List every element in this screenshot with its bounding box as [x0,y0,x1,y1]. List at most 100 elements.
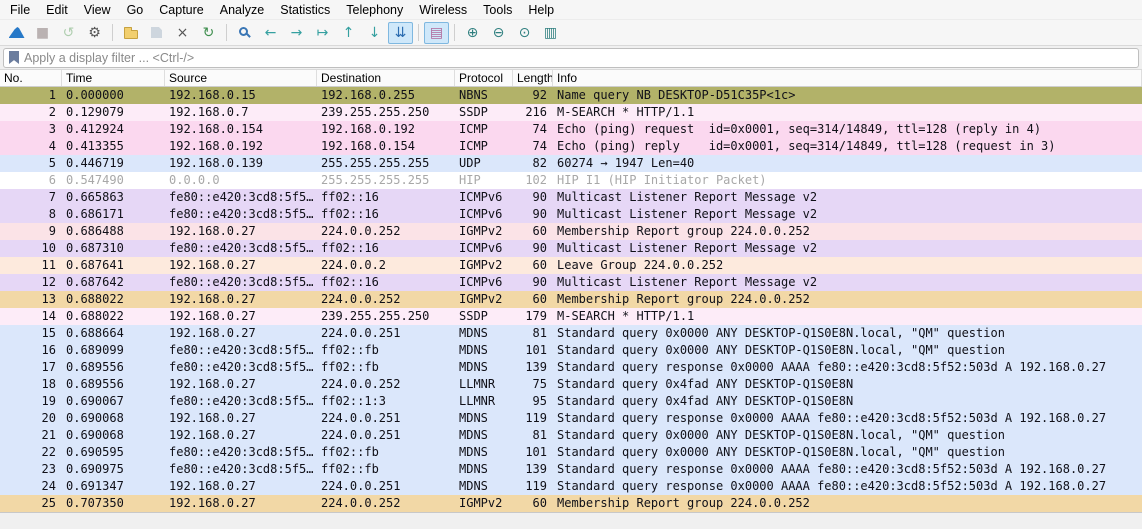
cell-protocol: IGMPv2 [455,257,513,274]
packet-row-19[interactable]: 190.690067fe80::e420:3cd8:5f5…ff02::1:3L… [0,393,1142,410]
cell-info: M-SEARCH * HTTP/1.1 [553,104,1142,121]
packet-row-2[interactable]: 20.129079192.168.0.7239.255.255.250SSDP2… [0,104,1142,121]
menu-help[interactable]: Help [520,1,562,19]
cell-protocol: ICMPv6 [455,206,513,223]
packet-row-10[interactable]: 100.687310fe80::e420:3cd8:5f5…ff02::16IC… [0,240,1142,257]
capture-options-icon[interactable]: ⚙ [82,22,107,44]
cell-length: 90 [513,206,553,223]
packet-row-20[interactable]: 200.690068192.168.0.27224.0.0.251MDNS119… [0,410,1142,427]
cell-source: 0.0.0.0 [165,172,317,189]
packet-row-24[interactable]: 240.691347192.168.0.27224.0.0.251MDNS119… [0,478,1142,495]
packet-row-18[interactable]: 180.689556192.168.0.27224.0.0.252LLMNR75… [0,376,1142,393]
packet-row-8[interactable]: 80.686171fe80::e420:3cd8:5f5…ff02::16ICM… [0,206,1142,223]
cell-length: 60 [513,495,553,512]
col-header-source[interactable]: Source [165,70,317,86]
start-capture-icon[interactable] [4,22,29,44]
packet-row-16[interactable]: 160.689099fe80::e420:3cd8:5f5…ff02::fbMD… [0,342,1142,359]
packet-row-11[interactable]: 110.687641192.168.0.27224.0.0.2IGMPv260L… [0,257,1142,274]
cell-time: 0.413355 [62,138,165,155]
filter-bookmark-icon[interactable] [9,51,19,64]
cell-destination: ff02::16 [317,189,455,206]
menu-view[interactable]: View [76,1,119,19]
packet-row-23[interactable]: 230.690975fe80::e420:3cd8:5f5…ff02::fbMD… [0,461,1142,478]
cell-source: 192.168.0.27 [165,410,317,427]
menu-wireless[interactable]: Wireless [411,1,475,19]
zoom-original-icon[interactable]: ⊙ [512,22,537,44]
packet-row-3[interactable]: 30.412924192.168.0.154192.168.0.192ICMP7… [0,121,1142,138]
packet-row-9[interactable]: 90.686488192.168.0.27224.0.0.252IGMPv260… [0,223,1142,240]
menu-statistics[interactable]: Statistics [272,1,338,19]
menu-capture[interactable]: Capture [151,1,211,19]
cell-protocol: ICMP [455,138,513,155]
last-packet-icon[interactable]: ↓ [362,22,387,44]
cell-no: 9 [0,223,62,240]
packet-row-5[interactable]: 50.446719192.168.0.139255.255.255.255UDP… [0,155,1142,172]
cell-destination: 224.0.0.252 [317,376,455,393]
cell-protocol: LLMNR [455,376,513,393]
cell-time: 0.690068 [62,427,165,444]
reload-file-icon[interactable]: ↻ [196,22,221,44]
go-back-icon[interactable]: ← [258,22,283,44]
cell-source: 192.168.0.154 [165,121,317,138]
packet-row-14[interactable]: 140.688022192.168.0.27239.255.255.250SSD… [0,308,1142,325]
close-file-icon[interactable]: × [170,22,195,44]
packet-row-1[interactable]: 10.000000192.168.0.15192.168.0.255NBNS92… [0,87,1142,104]
cell-length: 119 [513,410,553,427]
packet-row-6[interactable]: 60.5474900.0.0.0255.255.255.255HIP102HIP… [0,172,1142,189]
packet-row-12[interactable]: 120.687642fe80::e420:3cd8:5f5…ff02::16IC… [0,274,1142,291]
packet-row-17[interactable]: 170.689556fe80::e420:3cd8:5f5…ff02::fbMD… [0,359,1142,376]
menu-tools[interactable]: Tools [475,1,520,19]
cell-destination: ff02::16 [317,240,455,257]
cell-destination: 255.255.255.255 [317,172,455,189]
go-forward-icon[interactable]: → [284,22,309,44]
open-file-icon[interactable] [118,22,143,44]
cell-time: 0.690975 [62,461,165,478]
display-filter-input[interactable] [24,51,1133,65]
cell-protocol: ICMPv6 [455,189,513,206]
cell-info: Standard query 0x0000 ANY DESKTOP-Q1S0E8… [553,325,1142,342]
packet-row-13[interactable]: 130.688022192.168.0.27224.0.0.252IGMPv26… [0,291,1142,308]
col-header-destination[interactable]: Destination [317,70,455,86]
cell-protocol: MDNS [455,478,513,495]
packet-row-7[interactable]: 70.665863fe80::e420:3cd8:5f5…ff02::16ICM… [0,189,1142,206]
cell-no: 4 [0,138,62,155]
cell-info: Membership Report group 224.0.0.252 [553,223,1142,240]
go-to-packet-icon[interactable]: ↦ [310,22,335,44]
menu-go[interactable]: Go [119,1,152,19]
packet-row-25[interactable]: 250.707350192.168.0.27224.0.0.252IGMPv26… [0,495,1142,512]
packet-row-21[interactable]: 210.690068192.168.0.27224.0.0.251MDNS81S… [0,427,1142,444]
cell-no: 25 [0,495,62,512]
resize-columns-icon[interactable]: ▥ [538,22,563,44]
packet-row-4[interactable]: 40.413355192.168.0.192192.168.0.154ICMP7… [0,138,1142,155]
cell-info: Standard query 0x0000 ANY DESKTOP-Q1S0E8… [553,342,1142,359]
col-header-protocol[interactable]: Protocol [455,70,513,86]
col-header-length[interactable]: Length [513,70,553,86]
packet-row-15[interactable]: 150.688664192.168.0.27224.0.0.251MDNS81S… [0,325,1142,342]
cell-destination: ff02::fb [317,461,455,478]
display-filter-box[interactable] [3,48,1139,68]
menu-edit[interactable]: Edit [38,1,76,19]
cell-destination: 192.168.0.255 [317,87,455,104]
col-header-no[interactable]: No. [0,70,62,86]
colorize-icon[interactable]: ▤ [424,22,449,44]
find-packet-icon[interactable] [232,22,257,44]
pane-splitter[interactable] [0,512,1142,529]
cell-protocol: SSDP [455,308,513,325]
first-packet-icon[interactable]: ↑ [336,22,361,44]
cell-source: fe80::e420:3cd8:5f5… [165,206,317,223]
cell-info: HIP I1 (HIP Initiator Packet) [553,172,1142,189]
col-header-time[interactable]: Time [62,70,165,86]
col-header-info[interactable]: Info [553,70,1142,86]
auto-scroll-icon[interactable]: ⇊ [388,22,413,44]
cell-info: Multicast Listener Report Message v2 [553,206,1142,223]
menu-telephony[interactable]: Telephony [338,1,411,19]
menu-analyze[interactable]: Analyze [212,1,272,19]
packet-row-22[interactable]: 220.690595fe80::e420:3cd8:5f5…ff02::fbMD… [0,444,1142,461]
cell-length: 74 [513,138,553,155]
zoom-out-icon[interactable]: ⊖ [486,22,511,44]
zoom-in-icon[interactable]: ⊕ [460,22,485,44]
cell-destination: 255.255.255.255 [317,155,455,172]
cell-no: 23 [0,461,62,478]
packet-list: No.TimeSourceDestinationProtocolLengthIn… [0,70,1142,512]
menu-file[interactable]: File [2,1,38,19]
